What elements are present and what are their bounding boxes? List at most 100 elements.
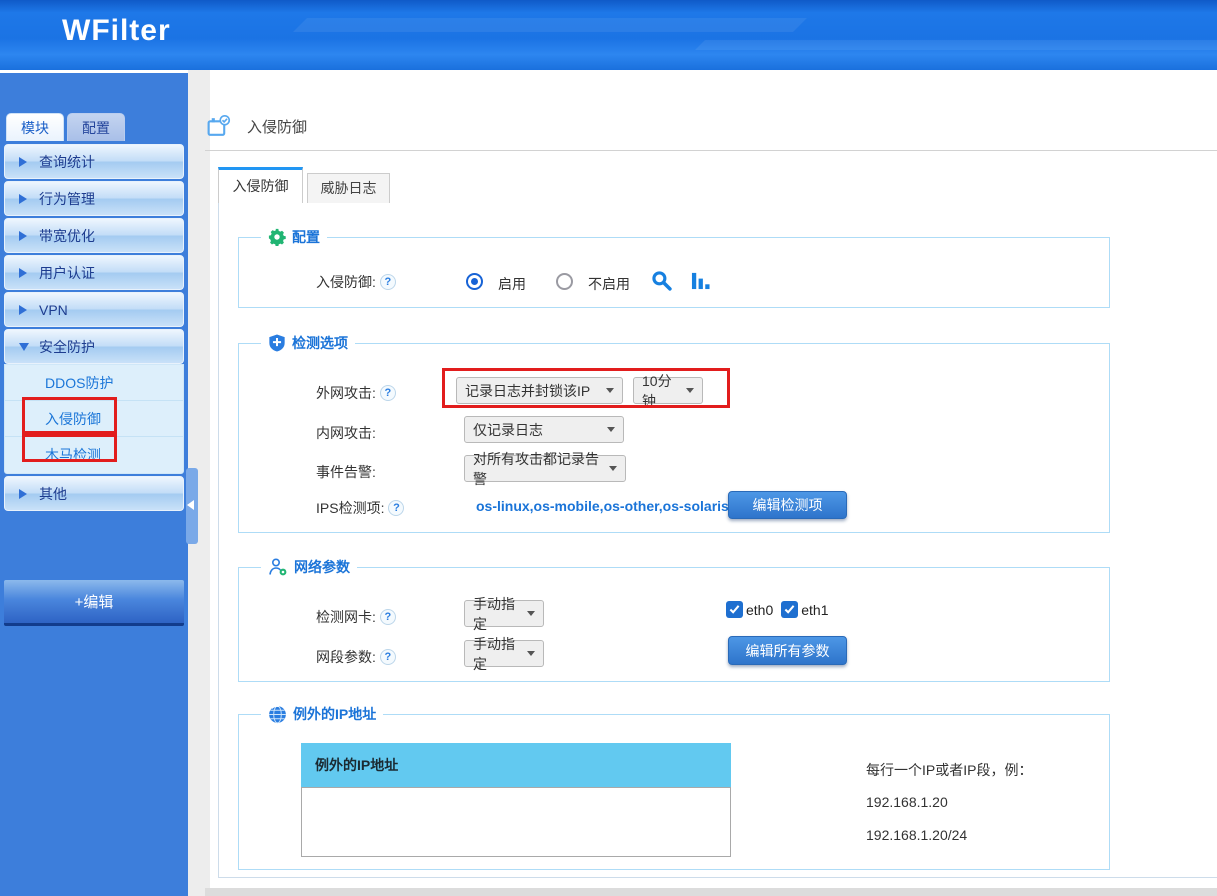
sidebar-item-intrusion-prevention[interactable]: 入侵防御: [5, 401, 183, 437]
eth0-checkbox[interactable]: [726, 601, 743, 618]
chevron-down-icon: [19, 343, 29, 351]
chevron-down-icon: [527, 651, 535, 656]
section-detection-legend: 检测选项: [261, 333, 355, 353]
chevron-right-icon: [19, 268, 27, 278]
gear-icon: [268, 228, 286, 246]
help-icon[interactable]: ?: [380, 649, 396, 665]
radio-enable[interactable]: [466, 273, 483, 290]
section-config-legend: 配置: [261, 227, 327, 247]
lan-attack-label: 内网攻击:: [316, 423, 376, 443]
section-network-title: 网络参数: [294, 557, 350, 577]
sidebar-item-trojan-detection[interactable]: 木马检测: [5, 437, 183, 473]
check-icon: [729, 604, 740, 615]
lan-action-select[interactable]: 仅记录日志: [464, 416, 624, 443]
sidebar-item-label: 安全防护: [39, 337, 95, 357]
chevron-down-icon: [686, 388, 694, 393]
horizontal-scrollbar[interactable]: [205, 888, 1217, 896]
help-icon[interactable]: ?: [380, 609, 396, 625]
section-config: 配置 入侵防御: ? 启用 不启用: [238, 237, 1110, 308]
page-badge-icon: [206, 114, 231, 139]
section-config-title: 配置: [292, 227, 320, 247]
nic-label: 检测网卡: ?: [316, 607, 396, 627]
sidebar-item-auth[interactable]: 用户认证: [4, 255, 184, 290]
sidebar-item-label: 带宽优化: [39, 226, 95, 246]
section-detection-title: 检测选项: [292, 333, 348, 353]
collapse-left-icon: [187, 500, 194, 510]
ips-items-value[interactable]: os-linux,os-mobile,os-other,os-solaris,.…: [476, 498, 744, 514]
ips-enable-label: 入侵防御: ?: [316, 272, 396, 292]
radio-disable-label: 不启用: [588, 274, 630, 294]
sidebar-item-other[interactable]: 其他: [4, 476, 184, 511]
sidebar: 模块 配置 查询统计 行为管理 带宽优化 用户认证 VPN: [0, 70, 188, 896]
help-icon[interactable]: ?: [388, 500, 404, 516]
search-icon[interactable]: [651, 270, 672, 291]
sidebar-item-security[interactable]: 安全防护: [4, 329, 184, 364]
exception-hint-example: 192.168.1.20: [866, 794, 948, 810]
nic-eth0: eth0: [726, 601, 773, 618]
sidebar-item-label: 查询统计: [39, 152, 95, 172]
help-icon[interactable]: ?: [380, 385, 396, 401]
edit-detection-items-button[interactable]: 编辑检测项: [728, 491, 847, 519]
eth0-label: eth0: [746, 602, 773, 618]
section-exceptions-title: 例外的IP地址: [293, 704, 376, 724]
sidebar-menu: 查询统计 行为管理 带宽优化 用户认证 VPN 安全防护: [4, 144, 184, 513]
sidebar-item-label: 其他: [39, 484, 67, 504]
radio-disable[interactable]: [556, 273, 573, 290]
sidebar-tabbar: 模块 配置: [6, 113, 125, 141]
selected-value: 手动指定: [473, 634, 521, 674]
wan-action-select[interactable]: 记录日志并封锁该IP: [456, 377, 623, 404]
ips-items-label: IPS检测项: ?: [316, 498, 404, 518]
bar-chart-icon[interactable]: [691, 271, 710, 290]
chevron-right-icon: [19, 157, 27, 167]
exception-hint-title: 每行一个IP或者IP段，例：: [866, 760, 1032, 780]
help-icon[interactable]: ?: [380, 274, 396, 290]
section-exceptions: 例外的IP地址 例外的IP地址 每行一个IP或者IP段，例： 192.168.1…: [238, 714, 1110, 870]
sidebar-edit-button[interactable]: +编辑: [4, 580, 184, 626]
label-text: IPS检测项:: [316, 498, 384, 518]
sidebar-item-bandwidth[interactable]: 带宽优化: [4, 218, 184, 253]
sidebar-item-label: 用户认证: [39, 263, 95, 283]
chevron-down-icon: [607, 427, 615, 432]
selected-value: 记录日志并封锁该IP: [465, 381, 590, 401]
wan-duration-select[interactable]: 10分钟: [633, 377, 703, 404]
sidebar-item-vpn[interactable]: VPN: [4, 292, 184, 327]
nic-mode-select[interactable]: 手动指定: [464, 600, 544, 627]
sidebar-tab-config[interactable]: 配置: [67, 113, 125, 141]
sidebar-item-label: VPN: [39, 302, 68, 318]
selected-value: 10分钟: [642, 371, 680, 411]
exception-hint-example: 192.168.1.20/24: [866, 827, 967, 843]
selected-value: 仅记录日志: [473, 420, 543, 440]
chevron-right-icon: [19, 489, 27, 499]
exception-ip-textarea[interactable]: [301, 787, 731, 857]
section-exceptions-legend: 例外的IP地址: [261, 704, 383, 724]
sidebar-item-ddos[interactable]: DDOS防护: [5, 365, 183, 401]
edit-all-params-button[interactable]: 编辑所有参数: [728, 636, 847, 665]
eth1-checkbox[interactable]: [781, 601, 798, 618]
check-icon: [784, 604, 795, 615]
alert-action-select[interactable]: 对所有攻击都记录告警: [464, 455, 626, 482]
radio-enable-label: 启用: [498, 274, 526, 294]
divider: [205, 150, 1217, 151]
label-text: 网段参数:: [316, 647, 376, 667]
chevron-right-icon: [19, 305, 27, 315]
user-gear-icon: [268, 557, 288, 577]
sidebar-collapse-handle[interactable]: [186, 468, 198, 544]
sidebar-item-query-stats[interactable]: 查询统计: [4, 144, 184, 179]
selected-value: 对所有攻击都记录告警: [473, 449, 603, 489]
wan-attack-label: 外网攻击: ?: [316, 383, 396, 403]
header-streak: [695, 40, 1217, 50]
app-header: WFilter: [0, 0, 1217, 70]
subnet-mode-select[interactable]: 手动指定: [464, 640, 544, 667]
page-title: 入侵防御: [247, 116, 307, 137]
content-tabbar: 入侵防御 威胁日志: [218, 167, 390, 204]
section-network-legend: 网络参数: [261, 557, 357, 577]
security-submenu: DDOS防护 入侵防御 木马检测: [4, 364, 184, 474]
sidebar-item-behavior[interactable]: 行为管理: [4, 181, 184, 216]
section-network: 网络参数 检测网卡: ? 手动指定 eth0 eth1: [238, 567, 1110, 682]
subnet-label: 网段参数: ?: [316, 647, 396, 667]
tab-threat-log[interactable]: 威胁日志: [307, 173, 390, 204]
tab-intrusion-prevention[interactable]: 入侵防御: [218, 167, 303, 204]
chevron-right-icon: [19, 231, 27, 241]
label-text: 事件告警:: [316, 462, 376, 482]
sidebar-tab-modules[interactable]: 模块: [6, 113, 64, 141]
